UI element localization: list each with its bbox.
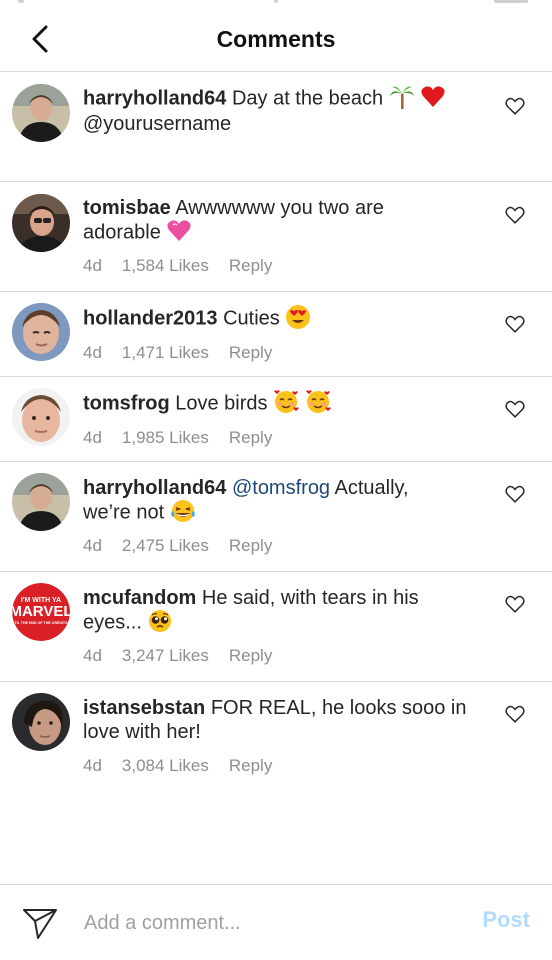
comment-meta: 4d 1,985 Likes Reply	[83, 428, 292, 448]
comment-mention[interactable]: @tomsfrog	[232, 477, 330, 499]
comment-text: tomsfrog Love birds	[83, 390, 482, 417]
battery-icon	[494, 0, 528, 3]
comment-username[interactable]: harryholland64	[83, 477, 226, 499]
comment-meta: 4d 2,475 Likes Reply	[83, 536, 292, 556]
comment-body: Love birds	[169, 392, 268, 415]
heart-eyes-emoji-icon	[286, 305, 311, 329]
avatar[interactable]	[12, 693, 70, 751]
like-heart-icon[interactable]	[504, 483, 526, 505]
comment-likes[interactable]: 3,247 Likes	[122, 646, 209, 665]
page-title: Comments	[216, 26, 336, 52]
reply-button[interactable]: Reply	[229, 646, 272, 665]
comment-input[interactable]	[84, 909, 424, 937]
avatar[interactable]	[12, 473, 70, 531]
comment-username[interactable]: istansebstan	[83, 697, 205, 719]
comment-username[interactable]: hollander2013	[83, 307, 218, 329]
comment-mention-line[interactable]: @yourusername	[83, 113, 231, 135]
marvel-avatar-logo-text: MARVEL	[12, 603, 70, 620]
comment-text: tomisbae Awwwwww you two are adorable	[83, 196, 482, 246]
comment-body: He said, with tears in his	[196, 587, 419, 609]
comment-timestamp: 4d	[83, 646, 102, 665]
comment-text: harryholland64 @tomsfrog Actually, we’re…	[83, 476, 482, 526]
comment-text: hollander2013 Cuties	[83, 305, 482, 332]
smiling-face-with-hearts-icon	[305, 390, 331, 413]
comment-body-line2: eyes...	[83, 611, 142, 634]
avatar[interactable]	[12, 388, 70, 446]
like-heart-icon[interactable]	[504, 593, 526, 615]
like-heart-icon[interactable]	[504, 204, 526, 226]
comment-meta: 4d 3,247 Likes Reply	[83, 646, 292, 666]
comment-composer: Post	[0, 884, 552, 960]
status-indicator	[274, 0, 278, 3]
avatar[interactable]: I'M WITH YA MARVEL TIL THE END OF THE CR…	[12, 583, 70, 641]
pink-heart-icon	[167, 220, 192, 241]
comment-body: Actually,	[330, 477, 409, 499]
comment-item: I'M WITH YA MARVEL TIL THE END OF THE CR…	[0, 572, 552, 682]
post-button[interactable]: Post	[482, 907, 530, 933]
comments-list: harryholland64 Day at the beach @youruse…	[0, 72, 552, 792]
avatar[interactable]	[12, 303, 70, 361]
like-heart-icon[interactable]	[504, 703, 526, 725]
like-heart-icon[interactable]	[504, 398, 526, 420]
comment-likes[interactable]: 1,985 Likes	[122, 428, 209, 447]
comment-text: mcufandom He said, with tears in his eye…	[83, 586, 482, 636]
comment-body: FOR REAL, he looks sooo in	[205, 697, 467, 719]
comment-item: tomsfrog Love birds 4d 1,985 Likes Reply	[0, 377, 552, 462]
comment-username[interactable]: tomsfrog	[83, 392, 170, 414]
comment-likes[interactable]: 1,584 Likes	[122, 256, 209, 275]
reply-button[interactable]: Reply	[229, 343, 272, 362]
comment-item: harryholland64 @tomsfrog Actually, we’re…	[0, 462, 552, 572]
pleading-face-emoji-icon	[149, 610, 172, 632]
comment-timestamp: 4d	[83, 536, 102, 555]
comment-body-line2: we’re not	[83, 501, 165, 524]
comment-timestamp: 4d	[83, 756, 102, 775]
comment-item: tomisbae Awwwwww you two are adorable 4d…	[0, 182, 552, 292]
comment-timestamp: 4d	[83, 343, 102, 362]
comment-meta: 4d 1,471 Likes Reply	[83, 343, 292, 363]
avatar[interactable]	[12, 194, 70, 252]
avatar[interactable]	[12, 84, 70, 142]
comment-timestamp: 4d	[83, 428, 102, 447]
reply-button[interactable]: Reply	[229, 428, 272, 447]
comment-timestamp: 4d	[83, 256, 102, 275]
comment-likes[interactable]: 3,084 Likes	[122, 756, 209, 775]
comment-meta: 4d 3,084 Likes Reply	[83, 756, 292, 776]
tears-of-joy-emoji-icon	[170, 500, 195, 522]
palm-tree-icon	[389, 86, 414, 109]
comment-meta: 4d 1,584 Likes Reply	[83, 256, 292, 276]
comment-body: Awwwwww you two are	[170, 197, 384, 219]
reply-button[interactable]: Reply	[229, 536, 272, 555]
marvel-avatar-bottom-text: TIL THE END OF THE CREDITS	[14, 621, 68, 625]
comment-body: Cuties	[217, 307, 280, 330]
caption-item: harryholland64 Day at the beach @youruse…	[0, 72, 552, 182]
comment-username[interactable]: harryholland64	[83, 87, 226, 109]
comment-username[interactable]: mcufandom	[83, 587, 196, 609]
like-heart-icon[interactable]	[504, 95, 526, 117]
comment-likes[interactable]: 2,475 Likes	[122, 536, 209, 555]
like-heart-icon[interactable]	[504, 313, 526, 335]
smiling-face-with-hearts-icon	[274, 390, 299, 413]
comment-likes[interactable]: 1,471 Likes	[122, 343, 209, 362]
comment-text: harryholland64 Day at the beach @youruse…	[83, 86, 482, 136]
comment-text: istansebstan FOR REAL, he looks sooo in …	[83, 696, 482, 744]
reply-button[interactable]: Reply	[229, 756, 272, 775]
red-heart-icon	[421, 86, 445, 107]
send-paper-plane-icon[interactable]	[22, 905, 58, 941]
comment-username[interactable]: tomisbae	[83, 197, 171, 219]
comment-body-line2: love with her!	[83, 721, 201, 743]
reply-button[interactable]: Reply	[229, 256, 272, 275]
comment-item: hollander2013 Cuties 4d 1,471 Likes Reply	[0, 292, 552, 377]
status-indicator	[18, 0, 24, 3]
comment-body-line2: adorable	[83, 221, 161, 244]
header-bar: Comments	[0, 6, 552, 72]
comment-body: Day at the beach	[226, 87, 384, 110]
comment-item: istansebstan FOR REAL, he looks sooo in …	[0, 682, 552, 792]
